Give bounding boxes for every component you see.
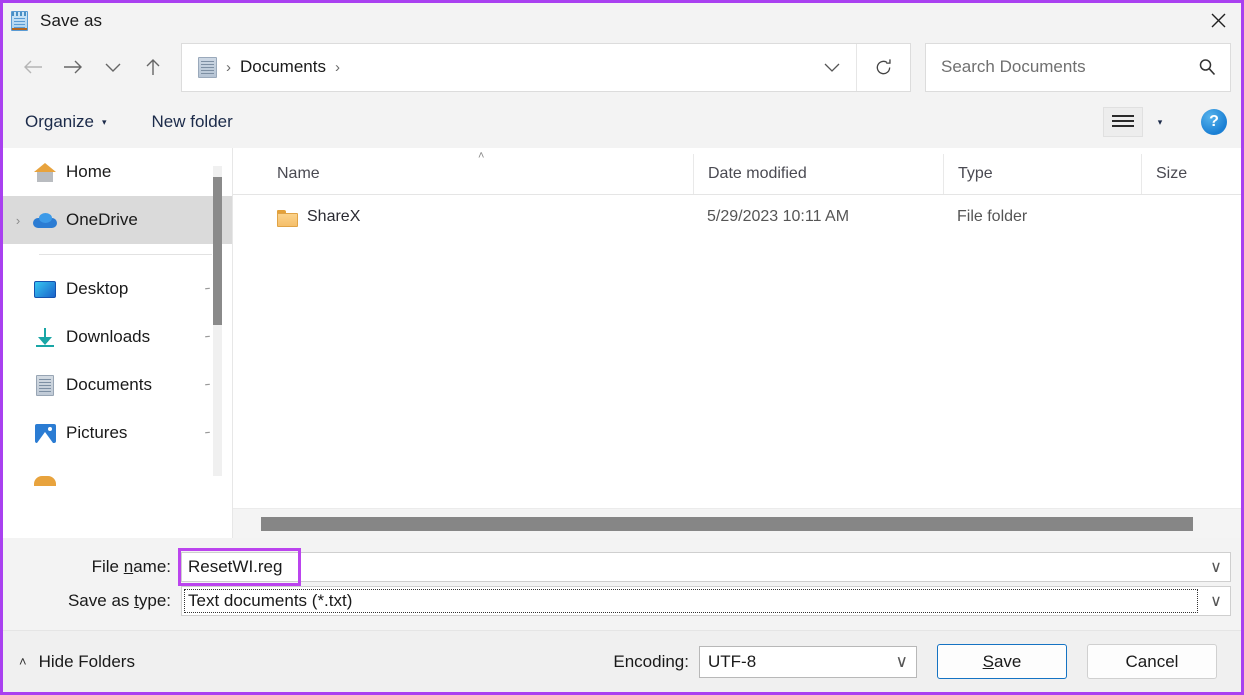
- sidebar-item-partial[interactable]: [3, 457, 232, 505]
- refresh-icon[interactable]: [856, 43, 910, 91]
- file-name-label-a: File: [91, 557, 124, 576]
- notepad-icon: [11, 10, 29, 31]
- download-icon: [33, 326, 57, 348]
- save-as-type-field-wrap: Text documents (*.txt) ∨: [181, 586, 1231, 616]
- file-date-cell: 5/29/2023 10:11 AM: [707, 208, 850, 225]
- save-label-b: ave: [993, 651, 1022, 671]
- organize-button[interactable]: Organize ▾: [25, 112, 107, 132]
- breadcrumb-separator-1: ›: [226, 58, 231, 76]
- file-type-cell: File folder: [957, 208, 1028, 225]
- encoding-label: Encoding:: [613, 651, 689, 671]
- horizontal-scrollbar-thumb[interactable]: [261, 517, 1193, 531]
- hide-folders-label: Hide Folders: [38, 651, 135, 671]
- sidebar-item-label: Downloads: [66, 327, 151, 346]
- breadcrumb-path[interactable]: Documents: [240, 57, 326, 77]
- close-icon[interactable]: [1195, 3, 1241, 38]
- back-button[interactable]: [13, 50, 53, 84]
- desktop-icon: [33, 278, 57, 300]
- file-name-input[interactable]: ResetWI.reg: [181, 552, 1231, 582]
- sidebar-item-onedrive[interactable]: › OneDrive: [3, 196, 232, 244]
- sidebar-divider: [39, 254, 212, 255]
- sidebar-item-label: Desktop: [66, 279, 129, 298]
- sidebar-item-desktop[interactable]: Desktop: [3, 265, 232, 313]
- navigation-pane: Home › OneDrive Desktop Downloads Docume…: [3, 148, 233, 538]
- sidebar-item-downloads[interactable]: Downloads: [3, 313, 232, 361]
- view-options-caret-icon[interactable]: ▾: [1143, 117, 1177, 128]
- folder-icon: [33, 470, 57, 492]
- save-as-type-label-b: ype:: [138, 591, 171, 610]
- sidebar-item-label: Home: [66, 162, 112, 181]
- breadcrumb-separator-2[interactable]: ›: [326, 59, 349, 76]
- search-input[interactable]: [926, 57, 1184, 77]
- chevron-right-icon[interactable]: ›: [3, 213, 33, 228]
- document-icon: [33, 374, 57, 396]
- sidebar-item-pictures[interactable]: Pictures: [3, 409, 232, 457]
- file-form: File name: ResetWI.reg ∨ Save as type: T…: [3, 538, 1241, 630]
- file-rows-area: ShareX 5/29/2023 10:11 AM File folder: [233, 195, 1241, 538]
- documents-folder-icon: [198, 56, 217, 78]
- chevron-down-icon[interactable]: ∨: [1201, 586, 1231, 616]
- file-name-label-b: ame:: [133, 557, 171, 576]
- column-header-date-modified[interactable]: Date modified: [693, 154, 943, 194]
- chevron-down-icon: ∨: [895, 651, 908, 671]
- save-as-type-label-a: Save as: [67, 591, 135, 610]
- recent-locations-button[interactable]: [93, 50, 133, 84]
- column-header-row: Name Date modified Type Size: [233, 148, 1241, 195]
- save-button[interactable]: Save: [937, 644, 1067, 679]
- file-name-label-mnemonic: n: [123, 557, 134, 576]
- sidebar-scrollbar-thumb[interactable]: [213, 177, 222, 325]
- file-name-row: File name: ResetWI.reg ∨: [3, 548, 1241, 586]
- address-bar[interactable]: › Documents ›: [181, 42, 911, 92]
- save-as-type-row: Save as type: Text documents (*.txt) ∨: [3, 584, 1241, 618]
- file-name-cell: ShareX: [233, 208, 693, 227]
- picture-icon: [33, 422, 57, 444]
- new-folder-label: New folder: [151, 112, 233, 131]
- save-label-mnemonic: S: [982, 651, 994, 671]
- chevron-up-icon: ˄: [19, 654, 27, 669]
- search-icon[interactable]: [1184, 58, 1230, 76]
- save-as-type-label: Save as type:: [3, 591, 181, 611]
- sidebar-item-label: Pictures: [66, 423, 128, 442]
- column-header-type[interactable]: Type: [943, 154, 1141, 194]
- sidebar-item-label: OneDrive: [66, 210, 138, 229]
- dialog-body: Home › OneDrive Desktop Downloads Docume…: [3, 148, 1241, 538]
- encoding-value: UTF-8: [708, 651, 757, 671]
- chevron-down-icon[interactable]: [808, 61, 856, 73]
- sidebar-item-documents[interactable]: Documents: [3, 361, 232, 409]
- file-name-text: ShareX: [307, 208, 361, 225]
- horizontal-scrollbar-track[interactable]: [233, 508, 1241, 538]
- help-icon[interactable]: ?: [1201, 109, 1227, 135]
- focus-outline: [184, 589, 1198, 613]
- home-icon: [33, 161, 57, 183]
- cancel-button[interactable]: Cancel: [1087, 644, 1217, 679]
- forward-button[interactable]: [53, 50, 93, 84]
- table-row[interactable]: ShareX 5/29/2023 10:11 AM File folder: [233, 195, 1241, 239]
- file-list-pane: ˄ Name Date modified Type Size ShareX 5/…: [233, 148, 1241, 538]
- title-bar: Save as: [3, 3, 1241, 38]
- window-title: Save as: [40, 10, 103, 30]
- list-view-icon[interactable]: [1103, 107, 1143, 137]
- column-header-size[interactable]: Size: [1141, 154, 1241, 194]
- chevron-down-icon: ▾: [101, 116, 107, 127]
- organize-label: Organize: [25, 112, 94, 131]
- chevron-down-icon[interactable]: ∨: [1201, 552, 1231, 582]
- save-as-dialog: Save as › Documents › Search Documents O…: [0, 0, 1244, 695]
- dialog-footer: ˄ Hide Folders Encoding: UTF-8 ∨ Save Ca…: [3, 630, 1241, 692]
- encoding-select[interactable]: UTF-8 ∨: [699, 645, 917, 678]
- column-header-name[interactable]: Name: [233, 154, 693, 194]
- file-name-field-wrap: ResetWI.reg ∨: [178, 548, 1231, 586]
- sidebar-item-home[interactable]: Home: [3, 148, 232, 196]
- new-folder-button[interactable]: New folder: [152, 112, 233, 132]
- file-name-label: File name:: [3, 557, 181, 577]
- folder-icon: [277, 209, 298, 227]
- hide-folders-button[interactable]: ˄ Hide Folders: [19, 652, 135, 672]
- sidebar-item-label: Documents: [66, 375, 152, 394]
- up-button[interactable]: [133, 50, 173, 84]
- search-box[interactable]: [925, 42, 1231, 92]
- cloud-icon: [33, 209, 57, 231]
- navigation-bar: › Documents ›: [3, 38, 1241, 96]
- save-as-type-select[interactable]: Text documents (*.txt): [181, 586, 1231, 616]
- command-bar: Organize ▾ New folder ▾ ?: [3, 96, 1241, 148]
